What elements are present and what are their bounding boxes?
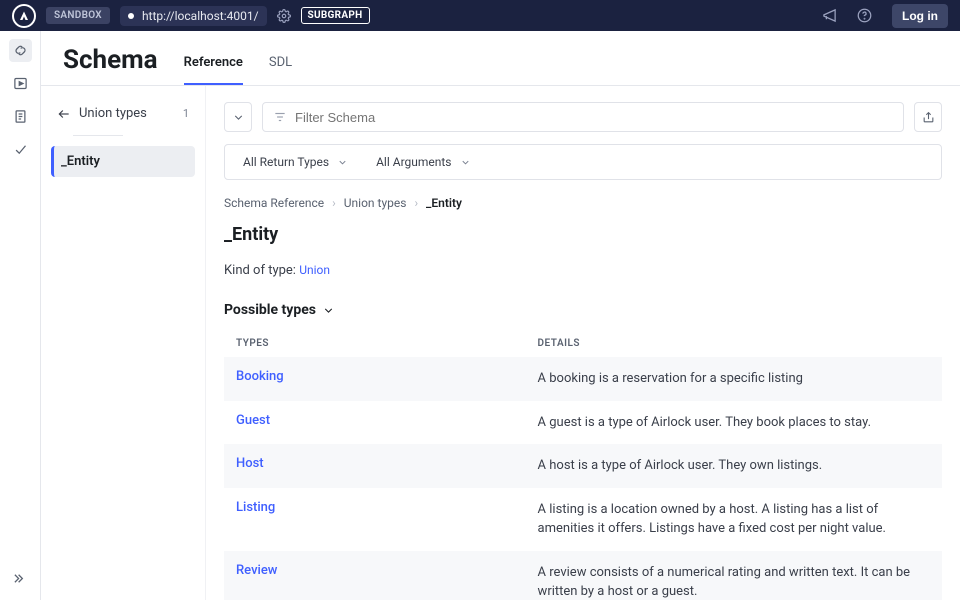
explorer-icon[interactable] (9, 39, 32, 62)
type-details: A host is a type of Airlock user. They o… (526, 444, 942, 488)
breadcrumb-sep: › (332, 196, 336, 210)
filter-input-wrap[interactable] (262, 102, 904, 132)
endpoint-url: http://localhost:4001/ (142, 9, 259, 23)
breadcrumb: Schema Reference › Union types › _Entity (224, 196, 942, 210)
type-details: A booking is a reservation for a specifi… (526, 357, 942, 401)
type-details: A guest is a type of Airlock user. They … (526, 401, 942, 445)
type-link[interactable]: Host (236, 456, 264, 471)
expand-all-button[interactable] (224, 102, 252, 132)
chevron-down-icon (460, 157, 471, 168)
type-link[interactable]: Listing (236, 500, 275, 515)
table-row: Review A review consists of a numerical r… (224, 551, 942, 600)
check-icon[interactable] (13, 142, 28, 157)
table-row: Host A host is a type of Airlock user. Th… (224, 444, 942, 488)
type-link[interactable]: Guest (236, 413, 270, 428)
subgraph-badge: SUBGRAPH (301, 7, 370, 24)
breadcrumb-union-types[interactable]: Union types (344, 196, 407, 210)
entity-title: _Entity (224, 224, 942, 245)
kind-link[interactable]: Union (299, 263, 330, 277)
breadcrumb-root[interactable]: Schema Reference (224, 196, 324, 210)
sandbox-badge: SANDBOX (46, 7, 110, 24)
filter-icon (273, 110, 287, 124)
chevron-down-icon (232, 111, 245, 124)
chevron-down-icon (337, 157, 348, 168)
filter-schema-input[interactable] (295, 103, 893, 131)
chevron-down-icon (322, 304, 335, 317)
export-button[interactable] (914, 102, 942, 132)
main-panel: All Return Types All Arguments Schema Re… (206, 86, 960, 600)
arrow-left-icon (57, 107, 71, 121)
endpoint-status-dot (128, 13, 134, 19)
table-row: Listing A listing is a location owned by … (224, 488, 942, 551)
kind-of-type: Kind of type: Union (224, 263, 942, 278)
tab-reference[interactable]: Reference (184, 55, 243, 85)
type-details: A review consists of a numerical rating … (526, 551, 942, 600)
left-rail (0, 31, 41, 600)
tab-sdl[interactable]: SDL (269, 55, 292, 85)
return-types-dropdown[interactable]: All Return Types (243, 155, 348, 169)
col-types: TYPES (224, 330, 526, 357)
tabs: Reference SDL (184, 55, 293, 85)
sidebar-count: 1 (183, 107, 189, 120)
secondary-filter-row: All Return Types All Arguments (224, 144, 942, 180)
possible-types-table: TYPES DETAILS Booking A booking is a rese… (224, 330, 942, 600)
announcement-icon[interactable] (822, 8, 837, 23)
breadcrumb-sep: › (414, 196, 418, 210)
type-link[interactable]: Review (236, 563, 277, 578)
breadcrumb-current: _Entity (426, 196, 462, 210)
type-link[interactable]: Booking (236, 369, 284, 384)
help-icon[interactable] (857, 8, 872, 23)
col-details: DETAILS (526, 330, 942, 357)
play-icon[interactable] (13, 76, 28, 91)
sidebar-back[interactable]: Union types 1 (51, 102, 195, 125)
page-title: Schema (63, 45, 158, 85)
sidebar-back-label: Union types (79, 106, 147, 121)
expand-rail-icon[interactable] (13, 571, 28, 600)
table-row: Guest A guest is a type of Airlock user. … (224, 401, 942, 445)
topbar: SANDBOX http://localhost:4001/ SUBGRAPH … (0, 0, 960, 31)
arguments-dropdown[interactable]: All Arguments (376, 155, 470, 169)
document-icon[interactable] (13, 109, 28, 124)
endpoint-url-box[interactable]: http://localhost:4001/ (120, 6, 267, 26)
sidebar-item-entity[interactable]: _Entity (51, 146, 195, 177)
gear-icon[interactable] (277, 9, 291, 23)
share-icon (922, 111, 935, 124)
login-button[interactable]: Log in (892, 4, 948, 28)
apollo-logo[interactable] (12, 4, 36, 28)
table-row: Booking A booking is a reservation for a … (224, 357, 942, 401)
type-details: A listing is a location owned by a host.… (526, 488, 942, 551)
possible-types-header[interactable]: Possible types (224, 302, 942, 318)
divider (73, 135, 123, 136)
page-header: Schema Reference SDL (41, 31, 960, 86)
sidebar: Union types 1 _Entity (41, 86, 206, 600)
